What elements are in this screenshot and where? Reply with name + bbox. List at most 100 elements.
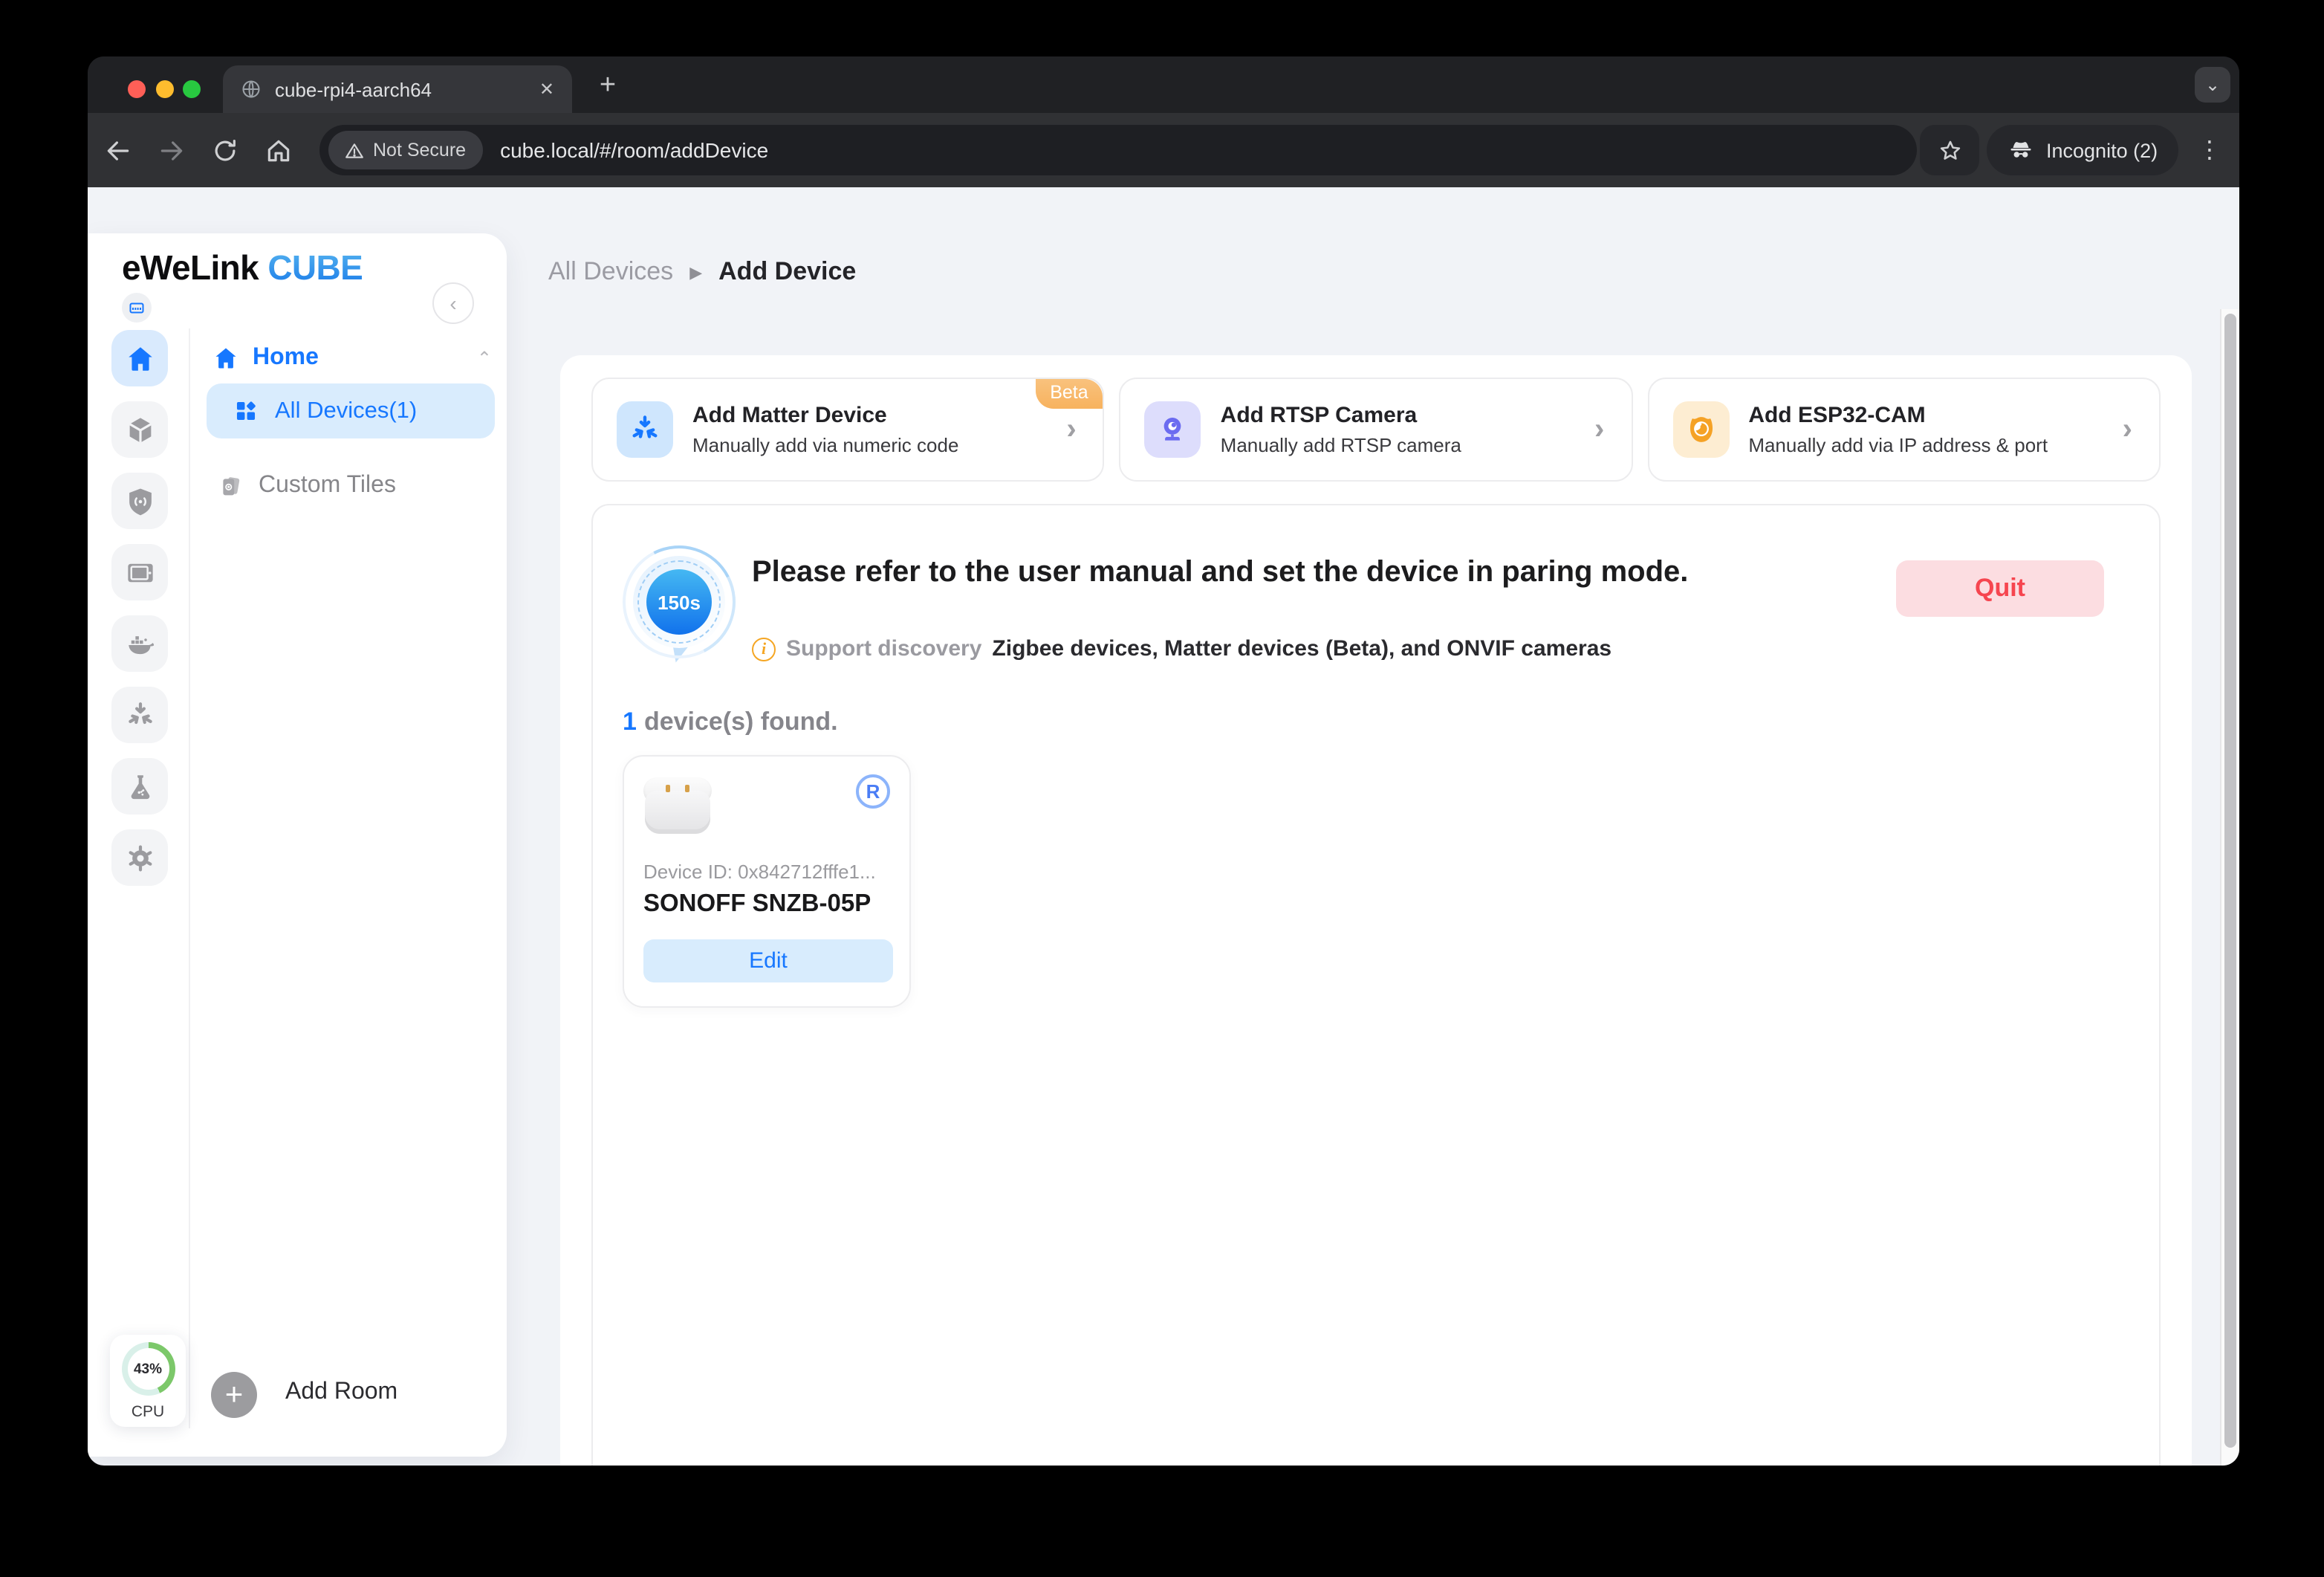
window-zoom-button[interactable]: [183, 80, 201, 98]
brand-product: CUBE: [267, 248, 363, 287]
window-close-button[interactable]: [128, 80, 146, 98]
devices-found-text: device(s) found.: [644, 707, 838, 736]
webcam-icon: [1145, 401, 1201, 458]
sidebar: eWeLink CUBE ‹: [88, 233, 507, 1457]
chevron-up-icon[interactable]: ⌃: [477, 348, 492, 369]
add-matter-device-card[interactable]: Add Matter Device Manually add via numer…: [591, 378, 1105, 482]
matter-icon: [617, 401, 673, 458]
reload-button[interactable]: [207, 132, 242, 168]
discovered-device-card[interactable]: R Device ID: 0x842712fffe1... SONOFF SNZ…: [623, 755, 911, 1008]
tab-title: cube-rpi4-aarch64: [275, 78, 526, 100]
hub-status-icon: [122, 293, 152, 323]
flask-icon: [124, 771, 155, 802]
breadcrumb-arrow-icon: ▶: [689, 262, 702, 282]
card-title: Add ESP32-CAM: [1748, 403, 2103, 428]
incognito-badge[interactable]: Incognito (2): [1987, 125, 2178, 175]
back-button[interactable]: [100, 132, 135, 168]
tab-close-icon[interactable]: ✕: [539, 79, 554, 100]
reload-icon: [210, 136, 238, 164]
rail-item-devices[interactable]: [111, 401, 168, 458]
forward-icon: [157, 136, 185, 164]
not-secure-chip[interactable]: Not Secure: [328, 131, 482, 169]
rail-item-matter[interactable]: [111, 687, 168, 743]
cpu-ring: 43%: [121, 1342, 175, 1396]
sidebar-item-label: All Devices(1): [275, 398, 417, 424]
sidebar-divider: [189, 328, 190, 1428]
rail-item-security[interactable]: [111, 473, 168, 529]
chevron-down-icon: ⌄: [2205, 74, 2220, 95]
incognito-icon: [2007, 137, 2034, 163]
breadcrumb-parent[interactable]: All Devices: [548, 257, 673, 287]
add-room-label[interactable]: Add Room: [285, 1379, 397, 1406]
card-title: Add RTSP Camera: [1221, 403, 1575, 428]
rail-item-docker[interactable]: [111, 615, 168, 672]
brand-name: eWeLink: [122, 248, 259, 287]
sidebar-item-custom-tiles[interactable]: Custom Tiles: [218, 468, 495, 504]
brand-logo: eWeLink CUBE: [122, 248, 363, 288]
chevron-right-icon: ›: [1594, 412, 1604, 447]
new-tab-button[interactable]: +: [590, 68, 626, 104]
card-text: Add RTSP Camera Manually add RTSP camera: [1221, 403, 1575, 456]
sidebar-collapse-button[interactable]: ‹: [432, 282, 474, 324]
page-scrollbar[interactable]: [2220, 309, 2239, 1466]
pairing-card: 150s Please refer to the user manual and…: [591, 504, 2161, 1466]
back-icon: [103, 136, 132, 164]
bridge-device-icon: [128, 299, 146, 317]
card-subtitle: Manually add via IP address & port: [1748, 434, 2103, 456]
window-minimize-button[interactable]: [156, 80, 174, 98]
forward-button[interactable]: [153, 132, 189, 168]
card-subtitle: Manually add via numeric code: [692, 434, 1047, 456]
support-label: Support discovery: [786, 636, 981, 661]
add-device-panel: Add Matter Device Manually add via numer…: [560, 355, 2192, 1466]
chevron-left-icon: ‹: [449, 291, 456, 315]
info-icon: i: [752, 637, 776, 661]
camera-lens-icon: [1672, 401, 1729, 458]
tab-search-button[interactable]: ⌄: [2195, 67, 2230, 103]
rail-item-cast[interactable]: [111, 544, 168, 600]
card-text: Add ESP32-CAM Manually add via IP addres…: [1748, 403, 2103, 456]
sidebar-item-all-devices[interactable]: All Devices(1): [207, 383, 495, 438]
add-room-button[interactable]: +: [211, 1372, 257, 1418]
add-esp32-cam-card[interactable]: Add ESP32-CAM Manually add via IP addres…: [1647, 378, 2161, 482]
quit-button[interactable]: Quit: [1896, 560, 2104, 617]
card-title: Add Matter Device: [692, 403, 1047, 428]
shield-signal-icon: [124, 485, 155, 517]
cpu-percent: 43%: [134, 1361, 162, 1377]
pairing-heading: Please refer to the user manual and set …: [752, 556, 1688, 590]
home-button[interactable]: [260, 132, 296, 168]
router-badge: R: [856, 774, 890, 809]
sidebar-item-label: Custom Tiles: [259, 473, 396, 499]
pairing-countdown-spinner: 150s: [623, 545, 736, 658]
home-icon: [264, 136, 292, 164]
cube-3d-icon: [124, 414, 155, 445]
rail-item-settings[interactable]: [111, 829, 168, 886]
devices-found-row: 1device(s) found.: [623, 707, 838, 737]
devices-found-count: 1: [623, 707, 637, 736]
docker-icon: [124, 628, 155, 659]
countdown-value: 150s: [646, 569, 712, 635]
gear-icon: [124, 842, 155, 873]
scrollbar-thumb[interactable]: [2224, 314, 2236, 1448]
address-bar[interactable]: Not Secure cube.local/#/room/addDevice: [319, 125, 1917, 175]
tab-strip: cube-rpi4-aarch64 ✕ + ⌄: [88, 56, 2239, 113]
globe-icon: [241, 79, 262, 100]
rail-item-lab[interactable]: [111, 758, 168, 815]
rail-item-home[interactable]: [111, 330, 168, 386]
breadcrumb: All Devices ▶ Add Device: [548, 257, 856, 287]
edit-device-button[interactable]: Edit: [643, 939, 893, 982]
add-option-cards: Add Matter Device Manually add via numer…: [591, 378, 2161, 482]
not-secure-label: Not Secure: [373, 140, 466, 161]
pairing-support-row: i Support discovery Zigbee devices, Matt…: [752, 636, 1611, 661]
home-small-icon: [212, 345, 239, 372]
ewelink-cube-page: eWeLink CUBE ‹: [88, 187, 2239, 1466]
home-nav-icon: [124, 343, 155, 374]
browser-tab[interactable]: cube-rpi4-aarch64 ✕: [223, 65, 572, 113]
breadcrumb-current: Add Device: [718, 257, 856, 287]
chevron-right-icon: ›: [1066, 412, 1076, 447]
add-rtsp-camera-card[interactable]: Add RTSP Camera Manually add RTSP camera…: [1120, 378, 1633, 482]
devices-grid-icon: [233, 398, 259, 424]
sidebar-item-home[interactable]: Home ⌃: [212, 340, 492, 376]
browser-menu-button[interactable]: ⋮: [2192, 132, 2227, 168]
bookmark-button[interactable]: [1920, 125, 1979, 175]
incognito-label: Incognito (2): [2046, 139, 2158, 161]
